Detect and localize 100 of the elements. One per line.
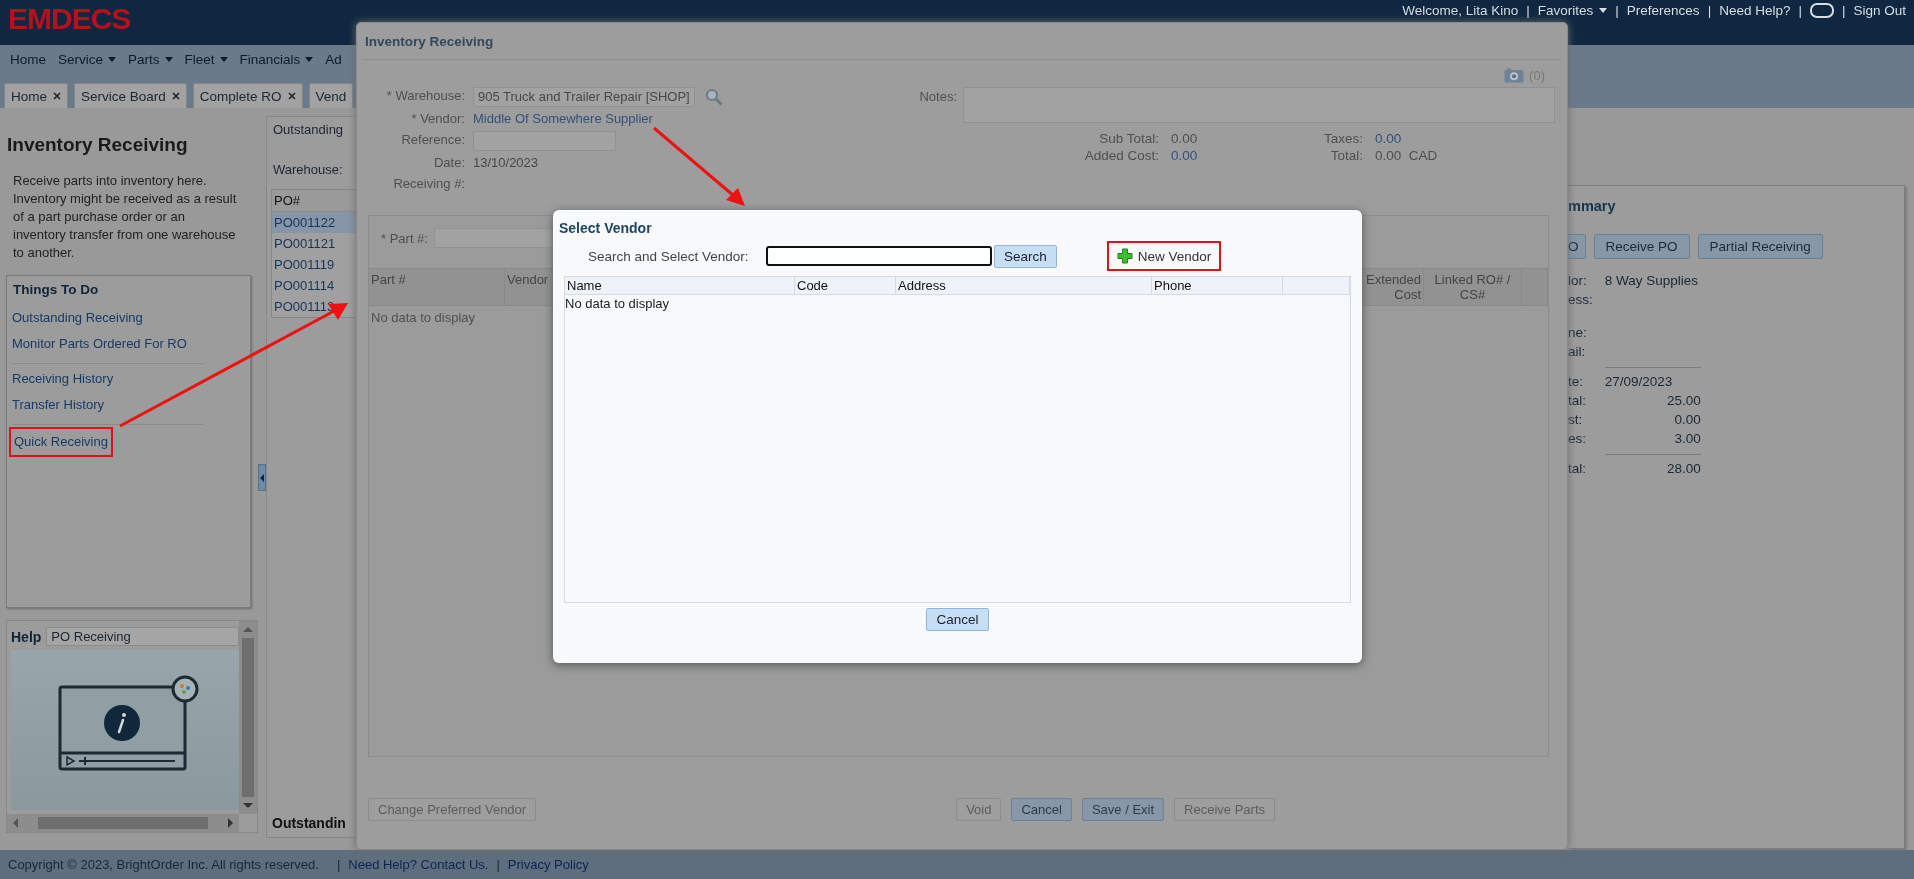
- separator: |: [1615, 3, 1619, 18]
- new-vendor-button[interactable]: New Vendor: [1106, 241, 1222, 271]
- field-label: es:: [1568, 431, 1587, 446]
- po-row[interactable]: PO001122: [272, 212, 356, 233]
- currency-text: CAD: [1408, 148, 1438, 163]
- column-header: Vendor: [507, 272, 549, 287]
- separator: |: [1841, 3, 1846, 18]
- task-link[interactable]: Outstanding Receiving: [9, 305, 147, 331]
- copyright-text: Copyright © 2023, BrightOrder Inc. All rights reserved.: [8, 857, 319, 872]
- close-icon[interactable]: [171, 92, 180, 100]
- close-icon[interactable]: [53, 92, 61, 100]
- task-link[interactable]: Quick Receiving: [9, 427, 113, 457]
- chat-icon[interactable]: [1809, 3, 1834, 18]
- warehouse-field[interactable]: 905 Truck and Trailer Repair [SHOP]: [473, 87, 695, 107]
- close-icon[interactable]: [287, 92, 296, 100]
- po-row[interactable]: PO001119: [272, 254, 356, 275]
- help-topic-field[interactable]: PO Receiving: [46, 627, 239, 646]
- vendor-link[interactable]: Middle Of Somewhere Supplier: [473, 110, 653, 128]
- task-link[interactable]: Monitor Parts Ordered For RO: [9, 331, 191, 357]
- field-label: Date:: [432, 154, 465, 172]
- page-description: Receive parts into inventory here. Inventory might be received as a result of a part purchase order or an inventory transfer from one warehouse to another.: [13, 172, 238, 262]
- total-value[interactable]: 0.00: [1375, 131, 1402, 146]
- empty-message: No data to display: [370, 309, 477, 327]
- footer-link[interactable]: Need Help? Contact Us.: [348, 857, 489, 872]
- total-label: Sub Total:: [1098, 131, 1159, 146]
- field-label: tal:: [1568, 393, 1587, 408]
- panel-title: mmary: [1568, 198, 1617, 214]
- header-link[interactable]: Need Help?: [1719, 3, 1791, 18]
- dialog-title: Select Vendor: [559, 220, 653, 236]
- po-row[interactable]: PO001113: [272, 296, 356, 317]
- cancel-button[interactable]: Cancel: [926, 608, 989, 631]
- field-label: ess:: [1568, 292, 1593, 307]
- field-label: tal:: [1568, 461, 1587, 476]
- nav-menu-item[interactable]: Home: [10, 51, 46, 67]
- total-value: 0.00: [1171, 131, 1198, 146]
- nav-menu-item[interactable]: Parts: [128, 51, 173, 67]
- column-header: Linked RO# / CS#: [1424, 269, 1522, 305]
- amount-value: 28.00: [1666, 461, 1701, 476]
- help-title: Help: [11, 628, 42, 645]
- tab[interactable]: Home: [4, 83, 68, 108]
- caret-icon: [108, 56, 117, 62]
- separator: |: [1707, 3, 1712, 18]
- video-thumbnail[interactable]: [11, 650, 239, 810]
- caret-icon: [164, 56, 173, 62]
- summary-button[interactable]: O: [1568, 234, 1586, 259]
- field-label: Reference:: [400, 131, 465, 149]
- total-value[interactable]: 0.00: [1171, 148, 1198, 163]
- welcome-text: Welcome, Lita Kino: [1402, 3, 1519, 18]
- task-link[interactable]: Transfer History: [9, 392, 108, 418]
- nav-menu-item[interactable]: Service: [58, 51, 117, 67]
- caret-icon: [219, 56, 228, 62]
- panel-title: Things To Do: [13, 282, 100, 297]
- search-field[interactable]: [766, 246, 992, 266]
- field-label: Receiving #:: [392, 175, 465, 193]
- separator: |: [1526, 3, 1530, 18]
- page-title: Inventory Receiving: [7, 134, 189, 156]
- nav-menu-item[interactable]: Financials: [239, 51, 314, 67]
- column-header: Part #: [369, 269, 505, 305]
- tab[interactable]: Service Board: [74, 83, 187, 108]
- search-label: Search and Select Vendor:: [588, 248, 750, 264]
- section-title: Outstandin: [271, 815, 347, 833]
- amount-value: 3.00: [1674, 431, 1701, 446]
- nav-menu-item[interactable]: Ad: [325, 51, 342, 67]
- field-label: te:: [1568, 374, 1584, 389]
- warehouse-label: Warehouse:: [273, 162, 344, 177]
- horizontal-scrollbar[interactable]: [7, 814, 239, 832]
- window-title: Inventory Receiving: [363, 23, 1561, 60]
- nav-menu-item[interactable]: Fleet: [184, 51, 228, 67]
- summary-button[interactable]: Receive PO: [1593, 234, 1690, 259]
- field-label: ne:: [1568, 325, 1588, 340]
- field-label: st:: [1568, 412, 1584, 427]
- notes-label: Notes:: [918, 89, 957, 106]
- total-label: Total:: [1329, 148, 1363, 163]
- po-row[interactable]: PO001121: [272, 233, 356, 254]
- search-button[interactable]: Search: [994, 244, 1057, 268]
- header-link[interactable]: Preferences: [1626, 3, 1700, 18]
- column-header: Name: [565, 277, 795, 294]
- field-label: * Part #:: [381, 230, 428, 246]
- vertical-scrollbar[interactable]: [239, 621, 257, 814]
- total-label: Taxes:: [1322, 131, 1363, 146]
- summary-button[interactable]: Partial Receiving: [1697, 234, 1823, 259]
- task-link[interactable]: Receiving History: [9, 366, 118, 392]
- panel-title: Outstanding: [273, 122, 345, 137]
- favorites-menu[interactable]: Favorites: [1537, 3, 1608, 18]
- total-label: Added Cost:: [1083, 148, 1159, 163]
- caret-icon: [305, 56, 314, 62]
- header-link[interactable]: Sign Out: [1853, 3, 1906, 18]
- tab[interactable]: Vend: [308, 83, 354, 108]
- footer-link[interactable]: Privacy Policy: [507, 857, 589, 872]
- field-label: * Vendor:: [410, 110, 465, 128]
- camera-icon[interactable]: [1504, 68, 1525, 83]
- amount-value: 25.00: [1666, 393, 1701, 408]
- action-button[interactable]: Save / Exit: [1081, 798, 1165, 821]
- separator: |: [1798, 3, 1802, 18]
- amount-value: 0.00: [1674, 412, 1701, 427]
- po-row[interactable]: PO001114: [272, 275, 356, 296]
- tab[interactable]: Complete RO: [192, 83, 303, 108]
- action-button[interactable]: Cancel: [1011, 798, 1072, 821]
- empty-message: No data to display: [565, 295, 671, 312]
- column-header: Code: [795, 277, 896, 294]
